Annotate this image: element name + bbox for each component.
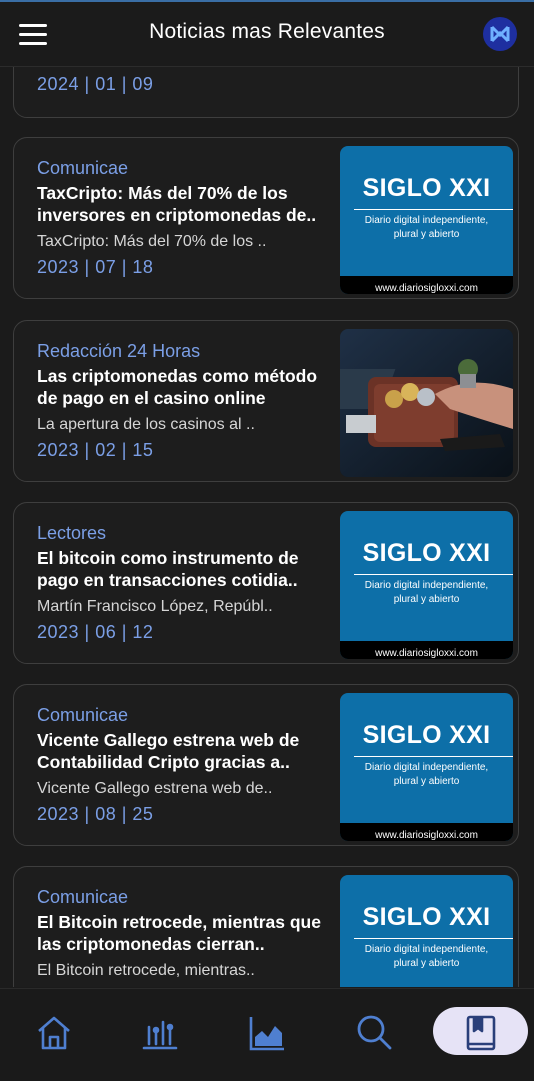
- thumbnail-subtitle: Diario digital independiente,: [364, 215, 489, 226]
- news-source: Comunicae: [37, 705, 129, 725]
- news-card[interactable]: Comunicae Vicente Gallego estrena web de…: [13, 684, 519, 846]
- news-date: 2023 | 07 | 18: [37, 257, 154, 277]
- thumbnail-logo-text: SIGLO XXI: [362, 539, 491, 567]
- news-snippet: El Bitcoin retrocede, mientras..: [37, 962, 255, 979]
- thumbnail-subtitle: Diario digital independiente,: [364, 580, 489, 591]
- news-snippet: Vicente Gallego estrena web de..: [37, 780, 273, 797]
- news-thumbnail: SIGLO XXI Diario digital independiente, …: [340, 693, 513, 841]
- bookmark-icon[interactable]: [461, 1013, 501, 1053]
- search-icon[interactable]: [354, 1013, 394, 1053]
- news-source: Comunicae: [37, 158, 129, 178]
- home-icon[interactable]: [34, 1013, 74, 1053]
- news-source: Comunicae: [37, 887, 129, 907]
- thumbnail-subtitle: plural y abierto: [393, 958, 460, 969]
- app-bar: Noticias mas Relevantes: [0, 2, 534, 67]
- app-logo-icon[interactable]: [482, 16, 518, 52]
- thumbnail-subtitle: plural y abierto: [393, 776, 460, 787]
- news-thumbnail: SIGLO XXI Diario digital independiente, …: [340, 146, 513, 294]
- thumbnail-footer: www.diariosigloxxi.com: [340, 276, 513, 294]
- news-feed[interactable]: 2024 | 01 | 09 Comunicae TaxCripto: Más …: [0, 67, 534, 987]
- thumbnail-footer: www.diariosigloxxi.com: [340, 823, 513, 841]
- area-chart-icon[interactable]: [247, 1013, 287, 1053]
- thumbnail-subtitle: Diario digital independiente,: [364, 944, 489, 955]
- news-headline: Vicente Gallego estrena web de Contabili…: [37, 730, 300, 772]
- news-date: 2023 | 02 | 15: [37, 440, 154, 460]
- thumbnail-subtitle: plural y abierto: [393, 594, 460, 605]
- news-date: 2024 | 01 | 09: [37, 74, 154, 94]
- news-card[interactable]: 2024 | 01 | 09: [13, 67, 519, 118]
- bar-chart-icon[interactable]: [140, 1013, 180, 1053]
- news-photo-thumbnail: [340, 329, 513, 477]
- news-headline: El bitcoin como instrumento de pago en t…: [37, 548, 299, 590]
- news-headline: Las criptomonedas como método de pago en…: [37, 366, 318, 408]
- news-card[interactable]: Redacción 24 Horas Las criptomonedas com…: [13, 320, 519, 482]
- news-thumbnail: SIGLO XXI Diario digital independiente, …: [340, 875, 513, 987]
- thumbnail-logo-text: SIGLO XXI: [362, 174, 491, 202]
- thumbnail-logo-text: SIGLO XXI: [362, 721, 491, 749]
- thumbnail-subtitle: Diario digital independiente,: [364, 762, 489, 773]
- news-thumbnail: SIGLO XXI Diario digital independiente, …: [340, 511, 513, 659]
- news-snippet: TaxCripto: Más del 70% de los ..: [37, 233, 267, 250]
- news-date: 2023 | 06 | 12: [37, 622, 154, 642]
- thumbnail-logo-text: SIGLO XXI: [362, 903, 491, 931]
- news-headline: TaxCripto: Más del 70% de los inversores…: [37, 183, 317, 225]
- thumbnail-subtitle: plural y abierto: [393, 229, 460, 240]
- news-snippet: La apertura de los casinos al ..: [37, 416, 255, 433]
- thumbnail-footer: www.diariosigloxxi.com: [340, 641, 513, 659]
- page-title: Noticias mas Relevantes: [149, 20, 385, 43]
- news-card[interactable]: Lectores El bitcoin como instrumento de …: [13, 502, 519, 664]
- news-snippet: Martín Francisco López, Repúbl..: [37, 598, 273, 615]
- news-card[interactable]: Comunicae El Bitcoin retrocede, mientras…: [13, 866, 519, 987]
- news-card[interactable]: Comunicae TaxCripto: Más del 70% de los …: [13, 137, 519, 299]
- news-source: Lectores: [37, 523, 107, 543]
- bottom-navigation: [0, 988, 534, 1081]
- news-source: Redacción 24 Horas: [37, 341, 201, 361]
- news-headline: El Bitcoin retrocede, mientras que las c…: [37, 912, 321, 954]
- news-date: 2023 | 08 | 25: [37, 804, 154, 824]
